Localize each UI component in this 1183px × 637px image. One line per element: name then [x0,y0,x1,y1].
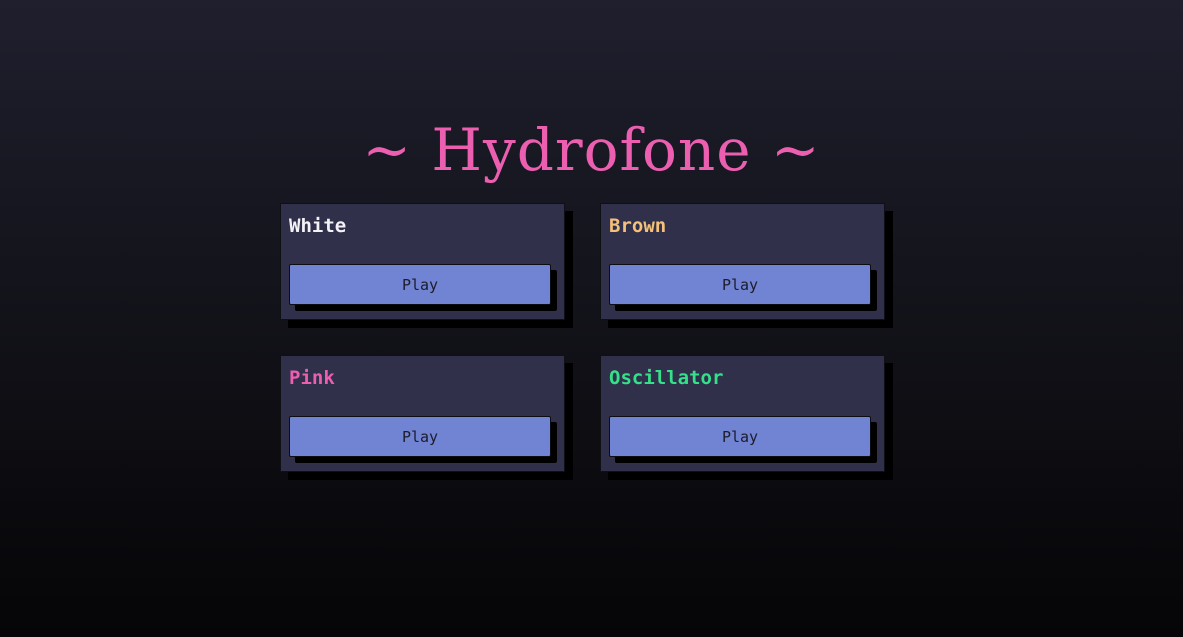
play-button-white[interactable]: Play [289,264,551,305]
page-title: ~ Hydrofone ~ [362,116,821,184]
card-title-white: White [289,215,347,237]
noise-card-white: White Play [280,203,565,320]
play-button-oscillator[interactable]: Play [609,416,871,457]
card-title-pink: Pink [289,367,335,389]
play-button-pink[interactable]: Play [289,416,551,457]
noise-card-brown: Brown Play [600,203,885,320]
noise-card-oscillator: Oscillator Play [600,355,885,472]
card-title-brown: Brown [609,215,667,237]
play-button-brown[interactable]: Play [609,264,871,305]
noise-card-pink: Pink Play [280,355,565,472]
card-title-oscillator: Oscillator [609,367,724,389]
